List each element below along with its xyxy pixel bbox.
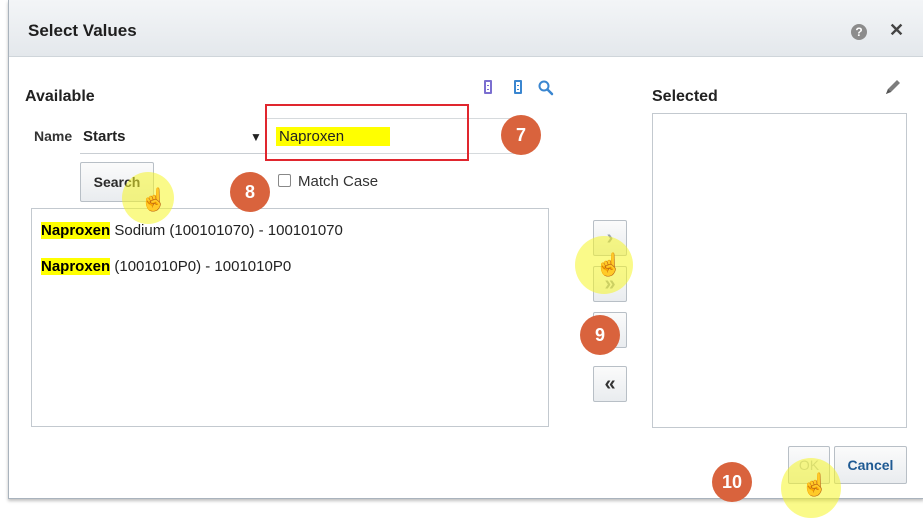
match-case-label: Match Case bbox=[298, 173, 379, 190]
available-heading: Available bbox=[25, 88, 95, 105]
selected-list[interactable] bbox=[652, 113, 907, 428]
pencil-icon[interactable] bbox=[882, 78, 902, 98]
hand-cursor-icon: ☝ bbox=[595, 252, 623, 277]
list-item-match: Naproxen bbox=[41, 222, 111, 239]
details-view-icon[interactable] bbox=[514, 80, 522, 94]
hand-cursor-icon: ☝ bbox=[140, 187, 168, 212]
list-item-text: (1001010P0) - 1001010P0 bbox=[110, 258, 292, 275]
hand-cursor-icon: ☝ bbox=[801, 472, 829, 497]
step-10-callout: 10 bbox=[712, 462, 752, 502]
highlight-box bbox=[265, 104, 469, 161]
dialog-title: Select Values bbox=[28, 21, 137, 40]
close-icon[interactable]: ✕ bbox=[889, 20, 904, 41]
step-8-callout: 8 bbox=[230, 172, 270, 212]
remove-all-button[interactable]: « bbox=[593, 366, 627, 402]
list-item-match: Naproxen bbox=[41, 258, 111, 275]
step-9-callout: 9 bbox=[580, 315, 620, 355]
name-label: Name bbox=[34, 128, 73, 144]
list-item[interactable]: Naproxen (1001010P0) - 1001010P0 bbox=[41, 258, 291, 275]
available-list[interactable]: Naproxen Sodium (100101070) - 100101070 … bbox=[31, 208, 549, 427]
match-case-checkbox[interactable] bbox=[278, 174, 291, 187]
operator-select[interactable]: Starts ▼ bbox=[80, 118, 265, 154]
selected-heading: Selected bbox=[652, 88, 718, 105]
step-7-callout: 7 bbox=[501, 115, 541, 155]
search-icon[interactable] bbox=[538, 80, 554, 96]
dialog-titlebar: Select Values ? ✕ bbox=[9, 0, 923, 57]
list-view-icon[interactable] bbox=[484, 80, 492, 94]
help-icon[interactable]: ? bbox=[851, 24, 867, 40]
operator-value: Starts bbox=[83, 128, 126, 145]
chevron-down-icon: ▼ bbox=[250, 130, 262, 144]
list-item[interactable]: Naproxen Sodium (100101070) - 100101070 bbox=[41, 222, 343, 239]
list-item-text: Sodium (100101070) - 100101070 bbox=[110, 222, 343, 239]
cancel-button[interactable]: Cancel bbox=[834, 446, 907, 484]
